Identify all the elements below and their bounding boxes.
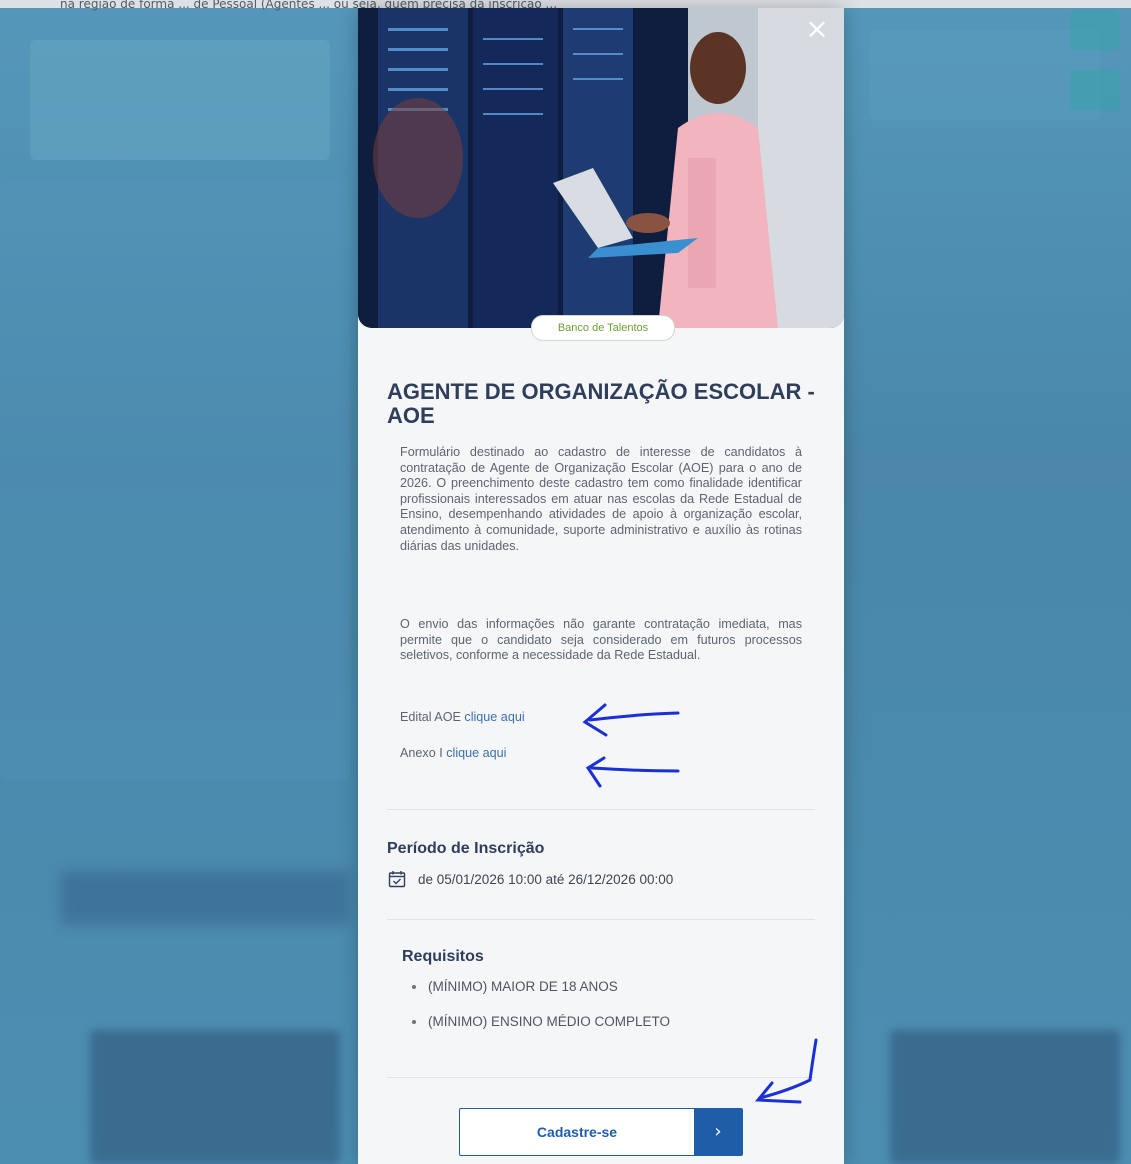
register-button[interactable]: Cadastre-se › <box>459 1108 743 1156</box>
close-icon[interactable]: × <box>804 15 830 43</box>
edital-link[interactable]: clique aqui <box>464 710 524 724</box>
anexo-label: Anexo I <box>400 746 447 760</box>
edital-label: Edital AOE <box>400 710 465 724</box>
edital-link-line: Edital AOE clique aqui <box>400 710 525 724</box>
requirements-title: Requisitos <box>402 948 484 965</box>
calendar-check-icon <box>388 871 406 888</box>
period-title: Período de Inscrição <box>387 840 545 857</box>
register-button-label: Cadastre-se <box>536 1124 618 1140</box>
period-row: de 05/01/2026 10:00 até 26/12/2026 00:00 <box>388 870 673 888</box>
divider <box>387 1077 815 1078</box>
hero-illustration <box>358 8 844 328</box>
divider <box>387 919 815 920</box>
list-item: (MÍNIMO) MAIOR DE 18 ANOS <box>411 978 670 1013</box>
requirements-list: (MÍNIMO) MAIOR DE 18 ANOS (MÍNIMO) ENSIN… <box>411 978 670 1048</box>
divider <box>387 809 815 810</box>
hero-image: × <box>358 8 844 328</box>
category-badge: Banco de Talentos <box>531 315 675 341</box>
chevron-right-icon[interactable]: › <box>694 1109 742 1155</box>
anexo-link[interactable]: clique aqui <box>446 746 506 760</box>
list-item: (MÍNIMO) ENSINO MÉDIO COMPLETO <box>411 1013 670 1048</box>
anexo-link-line: Anexo I clique aqui <box>400 746 506 760</box>
description-paragraph-2: O envio das informações não garante cont… <box>400 617 802 663</box>
period-value: de 05/01/2026 10:00 até 26/12/2026 00:00 <box>418 871 674 887</box>
job-detail-modal: × Banco de Talentos AGENTE DE ORGANIZAÇÃ… <box>358 8 844 1164</box>
description-paragraph-1: Formulário destinado ao cadastro de inte… <box>400 445 802 553</box>
job-title: AGENTE DE ORGANIZAÇÃO ESCOLAR - AOE <box>387 379 815 428</box>
